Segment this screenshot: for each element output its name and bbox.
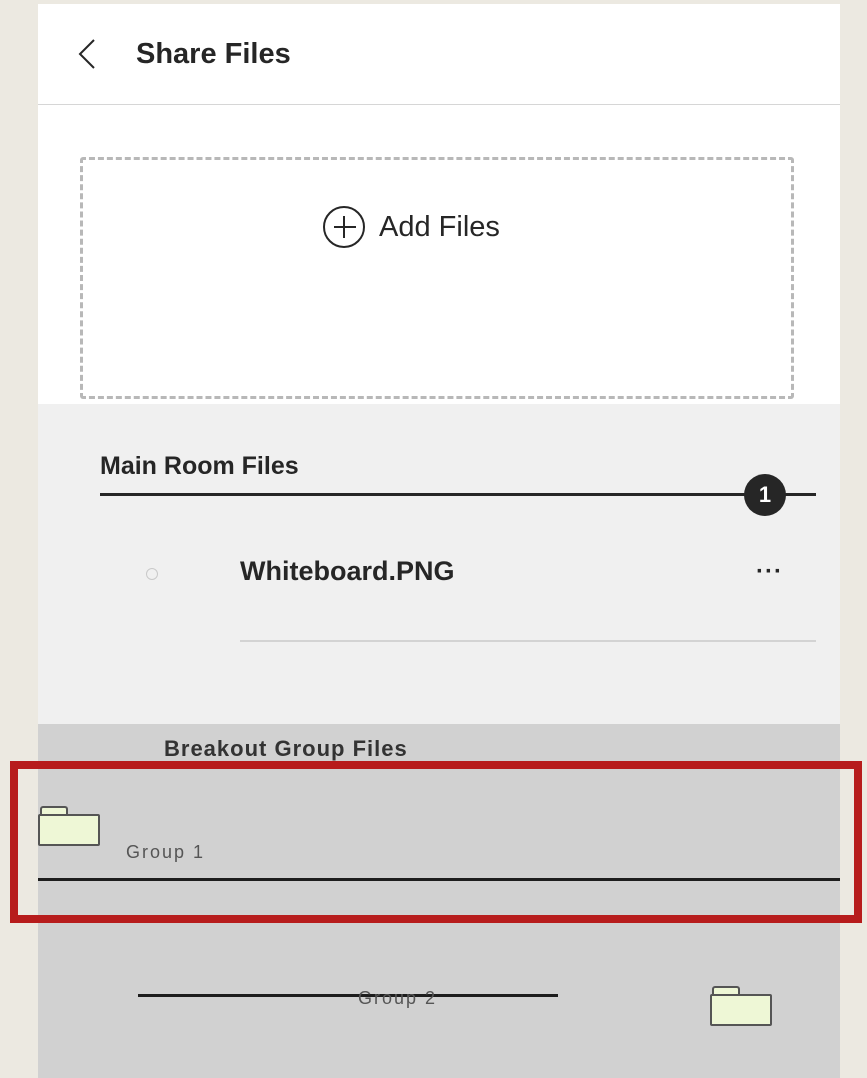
folder-icon[interactable] (38, 806, 100, 846)
add-files-label: Add Files (379, 210, 500, 243)
group-label[interactable]: Group 1 (126, 842, 205, 863)
breakout-files-heading: Breakout Group Files (164, 736, 408, 761)
more-options-button[interactable]: ··· (756, 558, 783, 586)
glitch-line (138, 994, 558, 997)
header: Share Files (38, 4, 840, 105)
folder-icon[interactable] (710, 986, 772, 1026)
add-circle-icon (323, 206, 365, 248)
main-room-files-heading: Main Room Files (100, 452, 299, 480)
glitch-line (38, 878, 840, 881)
back-chevron-icon[interactable] (74, 34, 100, 74)
share-files-panel: Share Files Add Files Main Room Files Wh… (38, 4, 840, 1078)
files-area: Main Room Files Whiteboard.PNG ··· Break… (38, 404, 840, 1078)
file-name: Whiteboard.PNG (240, 556, 455, 586)
add-files-button[interactable]: Add Files (323, 202, 500, 252)
breakout-files-section: Breakout Group Files Group 1 Group 2 (38, 724, 840, 1078)
group-label[interactable]: Group 2 (358, 988, 437, 1009)
section-divider (100, 493, 816, 496)
file-status-icon (146, 568, 158, 580)
file-dropzone[interactable]: Add Files (80, 157, 794, 399)
file-row[interactable]: Whiteboard.PNG ··· (100, 534, 816, 644)
glitch-line (38, 764, 818, 767)
page-title: Share Files (136, 38, 291, 70)
notification-badge: 1 (744, 474, 786, 516)
file-divider (240, 640, 816, 642)
